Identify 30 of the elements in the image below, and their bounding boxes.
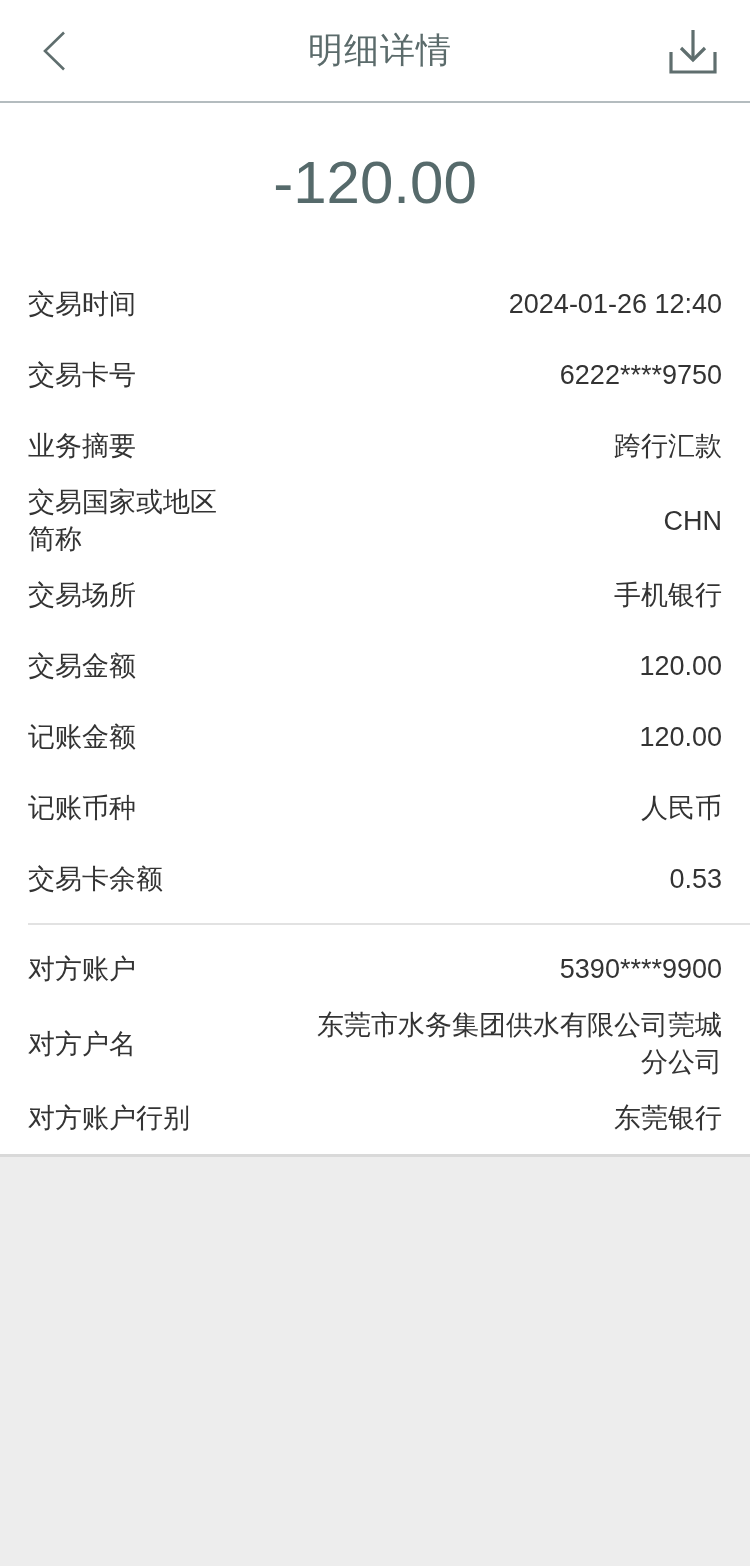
back-button[interactable] xyxy=(42,30,66,71)
detail-label: 交易金额 xyxy=(28,650,136,683)
detail-label: 交易场所 xyxy=(28,579,136,612)
detail-value: 东莞银行 xyxy=(614,1102,722,1135)
transaction-amount: -120.00 xyxy=(272,148,478,218)
detail-value: 2024-01-26 12:40 xyxy=(508,288,722,321)
download-icon xyxy=(669,27,717,74)
detail-value: 5390****9900 xyxy=(559,953,722,986)
download-button[interactable] xyxy=(669,27,717,74)
detail-value: 120.00 xyxy=(639,650,722,683)
detail-value: 人民币 xyxy=(641,792,722,825)
detail-value: 6222****9750 xyxy=(559,359,722,392)
detail-label: 对方账户 xyxy=(28,953,136,986)
detail-label: 交易国家或地区简称 xyxy=(28,486,218,556)
detail-value: 跨行汇款 xyxy=(614,430,722,463)
back-icon xyxy=(42,30,66,71)
detail-value: CHN xyxy=(663,504,722,538)
page-title: 明细详情 xyxy=(307,29,452,71)
detail-label: 交易卡余额 xyxy=(28,863,163,896)
detail-label: 交易卡号 xyxy=(28,359,136,392)
detail-label: 业务摘要 xyxy=(28,430,136,463)
detail-label: 对方户名 xyxy=(28,1027,136,1061)
detail-label: 对方账户行别 xyxy=(28,1102,190,1135)
detail-label: 记账金额 xyxy=(28,721,136,754)
detail-label: 记账币种 xyxy=(28,792,136,825)
detail-label: 交易时间 xyxy=(28,288,136,321)
detail-value: 0.53 xyxy=(669,863,722,896)
detail-value: 手机银行 xyxy=(614,579,722,612)
detail-value: 120.00 xyxy=(639,721,722,754)
detail-value: 东莞市水务集团供水有限公司莞城分公司 xyxy=(316,1009,722,1079)
